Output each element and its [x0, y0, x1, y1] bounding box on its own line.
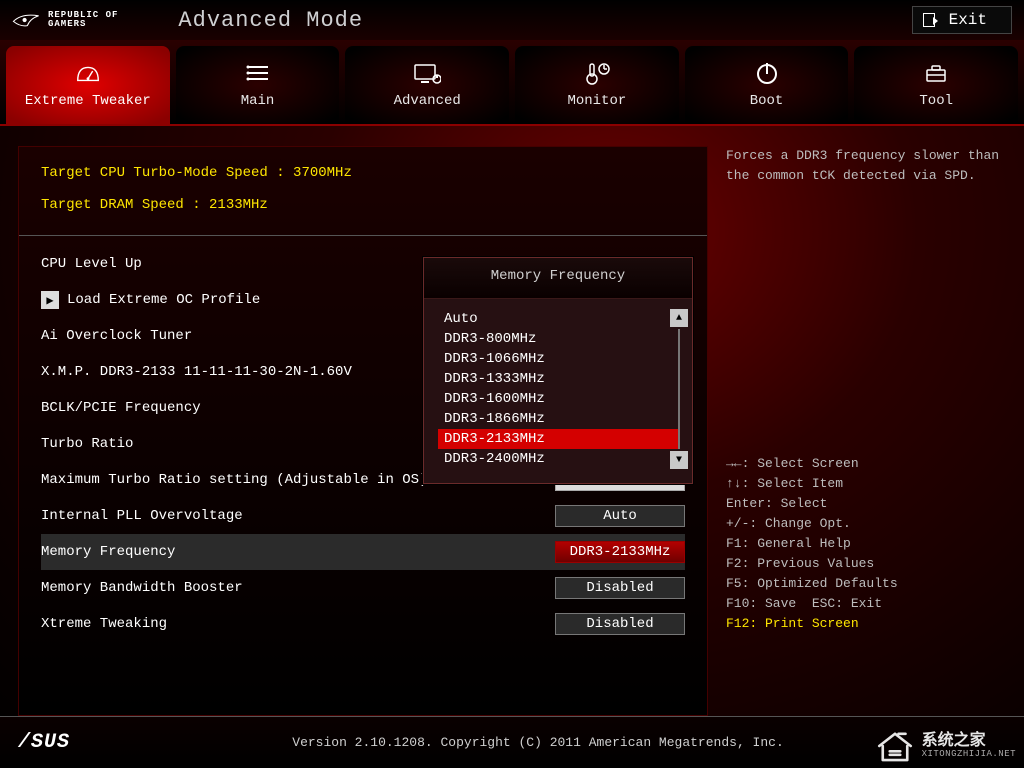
target-block: Target CPU Turbo-Mode Speed : 3700MHz Ta…	[19, 165, 707, 236]
setting-row[interactable]: Memory Bandwidth BoosterDisabled	[41, 570, 685, 606]
popup-option[interactable]: DDR3-1600MHz	[438, 389, 678, 409]
extreme-tweaker-icon	[74, 61, 102, 85]
exit-icon	[923, 13, 935, 27]
help-key-highlight: F12: Print Screen	[726, 614, 1006, 634]
watermark: 系统之家 XITONGZHIJIA.NET	[874, 728, 1016, 764]
tab-extreme-tweaker[interactable]: Extreme Tweaker	[6, 46, 170, 124]
popup-option[interactable]: DDR3-1066MHz	[438, 349, 678, 369]
popup-title: Memory Frequency	[424, 258, 692, 299]
settings-panel: Target CPU Turbo-Mode Speed : 3700MHz Ta…	[18, 146, 708, 716]
popup-option[interactable]: DDR3-1333MHz	[438, 369, 678, 389]
setting-label: Internal PLL Overvoltage	[41, 508, 555, 524]
popup-option[interactable]: DDR3-1866MHz	[438, 409, 678, 429]
popup-list: ▲ ▼ AutoDDR3-800MHzDDR3-1066MHzDDR3-1333…	[424, 299, 692, 483]
setting-label: Memory Bandwidth Booster	[41, 580, 555, 596]
help-key-line: F1: General Help	[726, 534, 1006, 554]
tab-monitor[interactable]: Monitor	[515, 46, 679, 124]
exit-button[interactable]: Exit	[912, 6, 1012, 34]
advanced-icon	[413, 61, 441, 85]
target-dram-line: Target DRAM Speed : 2133MHz	[41, 197, 685, 213]
tab-label: Monitor	[567, 93, 626, 109]
mode-title: Advanced Mode	[178, 8, 363, 33]
popup-option[interactable]: Auto	[438, 309, 678, 329]
brand-line2: GAMERS	[48, 20, 118, 29]
setting-value[interactable]: DDR3-2133MHz	[555, 541, 685, 563]
tab-bar: Extreme Tweaker Main Advanced Monitor Boot To…	[0, 40, 1024, 126]
help-desc-l1: Forces a DDR3 frequency slower than	[726, 146, 1006, 166]
asus-logo: /SUS	[18, 731, 70, 754]
boot-icon	[753, 61, 781, 85]
footer-text: Version 2.10.1208. Copyright (C) 2011 Am…	[292, 735, 783, 750]
help-desc-l2: the common tCK detected via SPD.	[726, 166, 1006, 186]
rog-eye-icon	[12, 11, 40, 29]
help-key-line: F10: Save ESC: Exit	[726, 594, 1006, 614]
setting-row[interactable]: Xtreme TweakingDisabled	[41, 606, 685, 642]
setting-label: Memory Frequency	[41, 544, 555, 560]
submenu-arrow-icon: ▶	[41, 291, 59, 309]
help-key-line: ↑↓: Select Item	[726, 474, 1006, 494]
tab-label: Tool	[919, 93, 953, 109]
popup-option[interactable]: DDR3-2133MHz	[438, 429, 678, 449]
content-area: Target CPU Turbo-Mode Speed : 3700MHz Ta…	[0, 126, 1024, 716]
setting-row[interactable]: Internal PLL OvervoltageAuto	[41, 498, 685, 534]
help-key-line: Enter: Select	[726, 494, 1006, 514]
monitor-icon	[583, 61, 611, 85]
header-bar: REPUBLIC OF GAMERS Advanced Mode Exit	[0, 0, 1024, 40]
memory-frequency-popup: Memory Frequency ▲ ▼ AutoDDR3-800MHzDDR3…	[423, 257, 693, 484]
popup-option[interactable]: DDR3-2400MHz	[438, 449, 678, 469]
house-icon	[874, 728, 916, 764]
tab-label: Main	[241, 93, 275, 109]
help-description: Forces a DDR3 frequency slower than the …	[726, 146, 1006, 446]
tab-label: Advanced	[394, 93, 461, 109]
help-key-line: F5: Optimized Defaults	[726, 574, 1006, 594]
tool-icon	[922, 61, 950, 85]
footer-bar: /SUS Version 2.10.1208. Copyright (C) 20…	[0, 716, 1024, 768]
setting-value[interactable]: Auto	[555, 505, 685, 527]
help-panel: Forces a DDR3 frequency slower than the …	[726, 146, 1006, 716]
target-cpu-line: Target CPU Turbo-Mode Speed : 3700MHz	[41, 165, 685, 181]
tab-label: Boot	[750, 93, 784, 109]
exit-label: Exit	[949, 11, 987, 29]
tab-boot[interactable]: Boot	[685, 46, 849, 124]
tab-label: Extreme Tweaker	[25, 93, 151, 109]
help-keys: →←: Select Screen↑↓: Select ItemEnter: S…	[726, 454, 1006, 634]
help-key-line: +/-: Change Opt.	[726, 514, 1006, 534]
setting-row[interactable]: Memory FrequencyDDR3-2133MHz	[41, 534, 685, 570]
tab-advanced[interactable]: Advanced	[345, 46, 509, 124]
tab-main[interactable]: Main	[176, 46, 340, 124]
scroll-track	[678, 329, 680, 449]
main-icon	[244, 61, 272, 85]
brand-logo: REPUBLIC OF GAMERS	[12, 11, 118, 29]
scroll-up-button[interactable]: ▲	[670, 309, 688, 327]
popup-option[interactable]: DDR3-800MHz	[438, 329, 678, 349]
tab-tool[interactable]: Tool	[854, 46, 1018, 124]
setting-label: Xtreme Tweaking	[41, 616, 555, 632]
setting-value[interactable]: Disabled	[555, 577, 685, 599]
watermark-text: 系统之家 XITONGZHIJIA.NET	[922, 733, 1016, 759]
help-key-line: F2: Previous Values	[726, 554, 1006, 574]
watermark-en: XITONGZHIJIA.NET	[922, 749, 1016, 759]
scroll-down-button[interactable]: ▼	[670, 451, 688, 469]
setting-value[interactable]: Disabled	[555, 613, 685, 635]
help-key-line: →←: Select Screen	[726, 454, 1006, 474]
watermark-cn: 系统之家	[922, 733, 1016, 749]
